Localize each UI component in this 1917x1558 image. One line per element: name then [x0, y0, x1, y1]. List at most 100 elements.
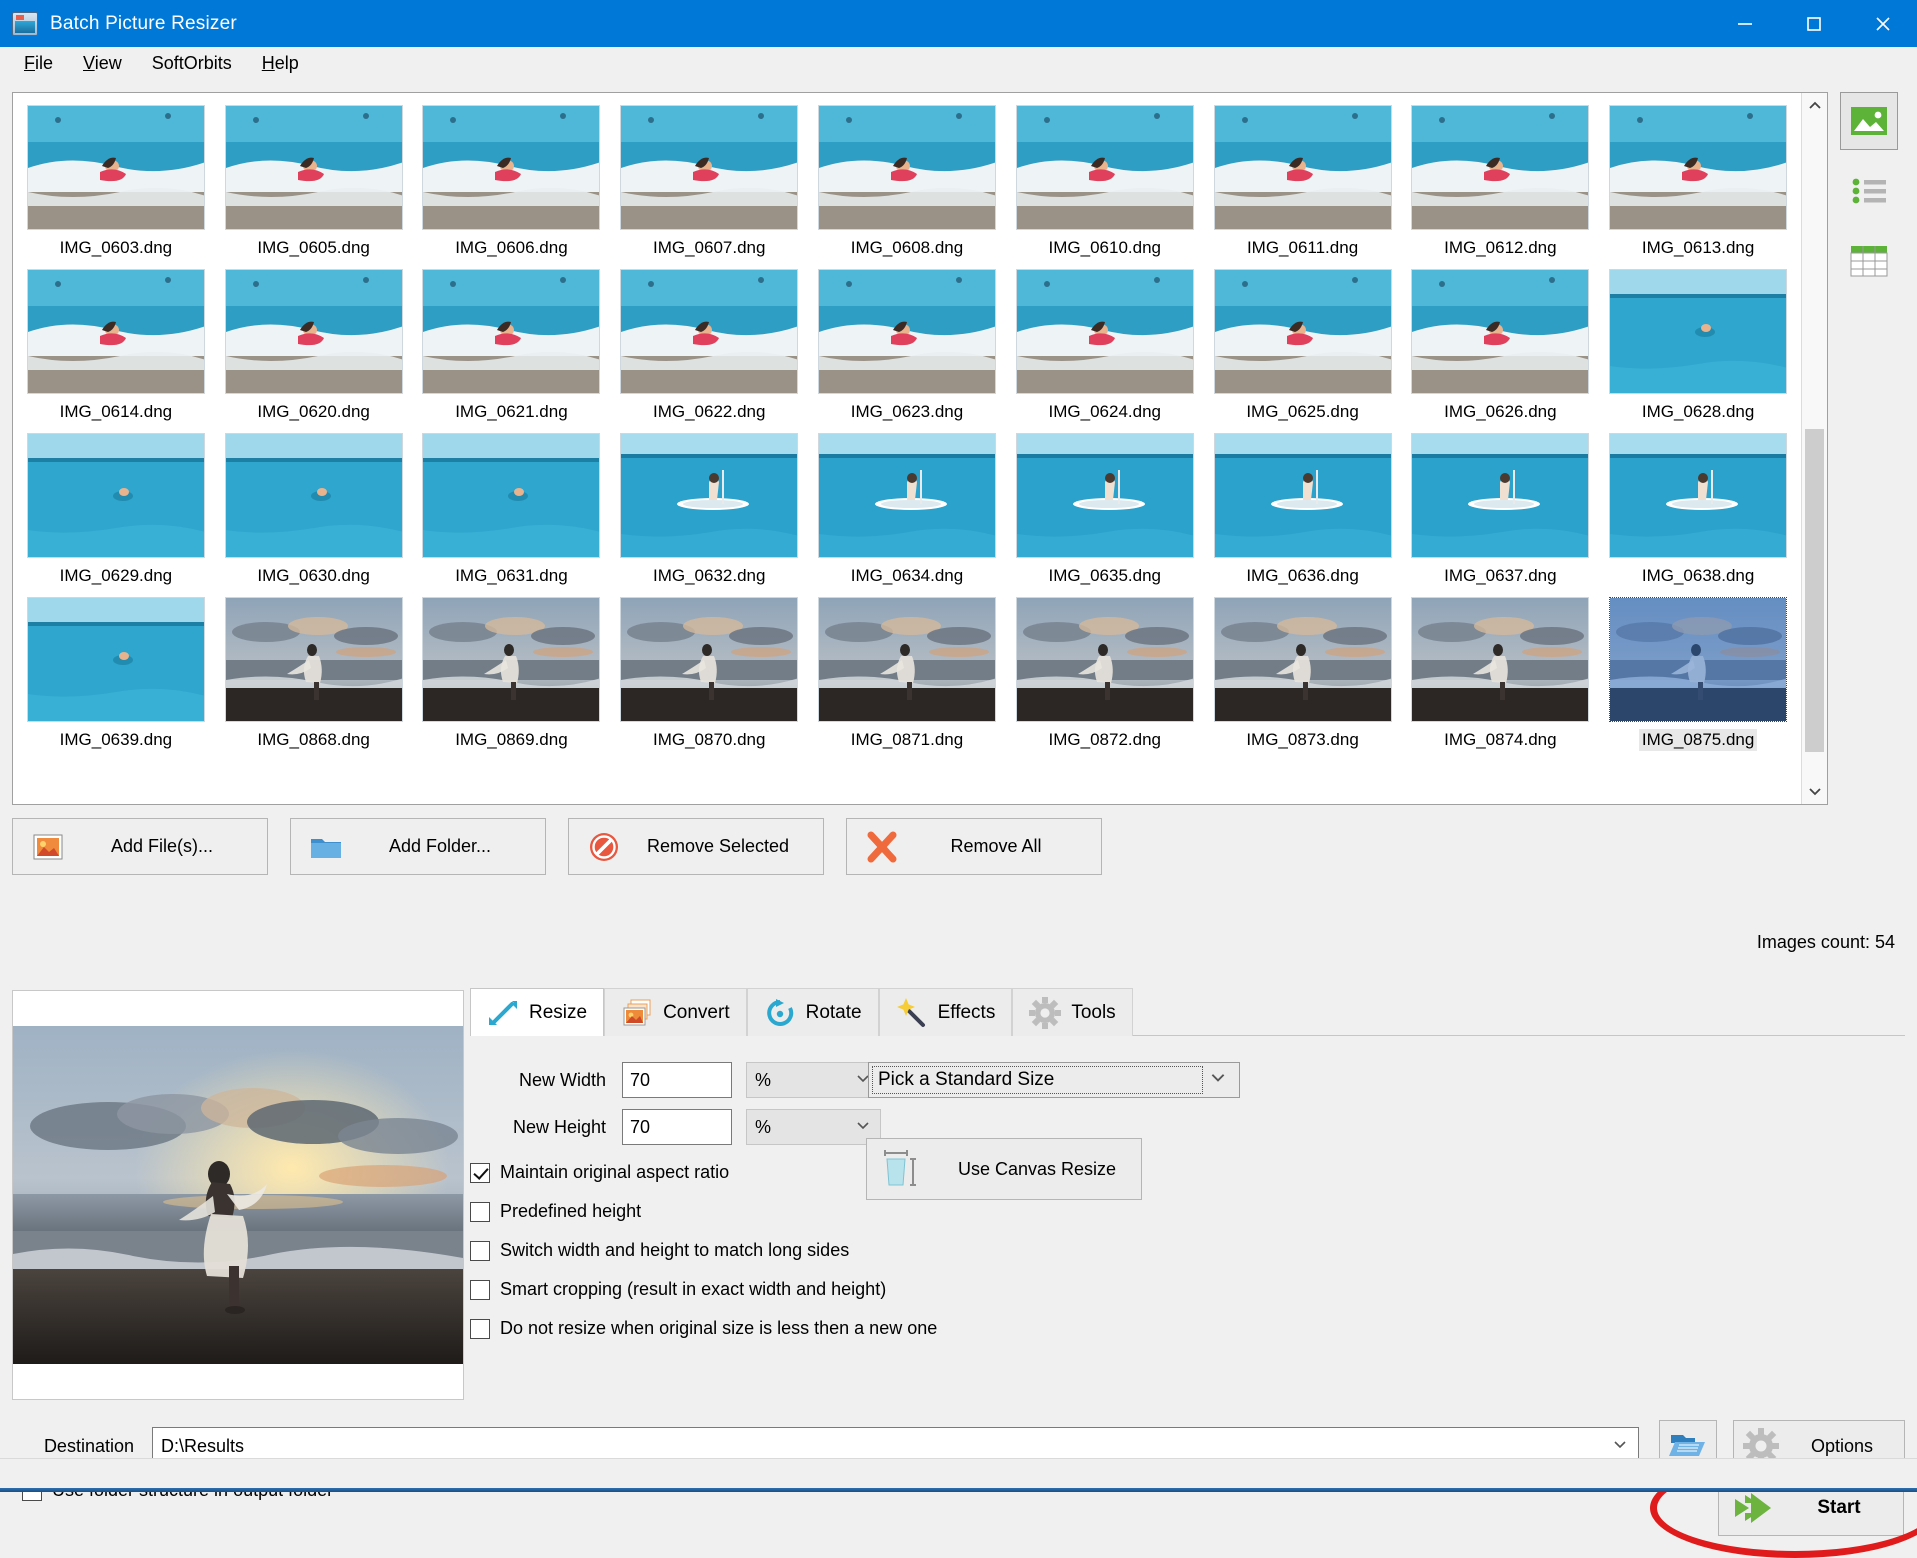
thumbnail-label: IMG_0624.dng	[1046, 401, 1164, 423]
thumbnail-item[interactable]: IMG_0870.dng	[610, 591, 808, 755]
pick-standard-size-select[interactable]: Pick a Standard Size	[868, 1062, 1240, 1098]
thumbnail-item[interactable]: IMG_0637.dng	[1401, 427, 1599, 591]
thumbnail-item[interactable]: IMG_0630.dng	[215, 427, 413, 591]
thumbnail-item[interactable]: IMG_0868.dng	[215, 591, 413, 755]
thumbnail-item[interactable]: IMG_0631.dng	[413, 427, 611, 591]
menu-help-accel: H	[262, 53, 275, 73]
new-width-unit-select[interactable]: %	[746, 1062, 881, 1098]
add-image-icon	[31, 830, 65, 864]
minimize-icon[interactable]	[1710, 0, 1779, 47]
thumbnail-item[interactable]: IMG_0612.dng	[1401, 99, 1599, 263]
add-folder-button[interactable]: Add Folder...	[290, 818, 546, 875]
chevron-down-icon[interactable]	[1612, 1436, 1628, 1457]
rotate-arrow-icon	[764, 997, 796, 1029]
tab-label: Tools	[1071, 1002, 1115, 1024]
resize-option-checkbox[interactable]: Switch width and height to match long si…	[470, 1240, 1905, 1261]
thumbnail-item[interactable]: IMG_0869.dng	[413, 591, 611, 755]
thumbnail-item[interactable]: IMG_0635.dng	[1006, 427, 1204, 591]
thumbnail-item[interactable]: IMG_0608.dng	[808, 99, 1006, 263]
thumbnail-item[interactable]: IMG_0610.dng	[1006, 99, 1204, 263]
thumbnail-label: IMG_0631.dng	[452, 565, 570, 587]
close-icon[interactable]	[1848, 0, 1917, 47]
thumbnail-item[interactable]: IMG_0634.dng	[808, 427, 1006, 591]
thumbnail-view-icon[interactable]	[1840, 92, 1898, 150]
scrollbar-thumb[interactable]	[1805, 429, 1824, 752]
new-height-unit-value: %	[755, 1117, 771, 1138]
scroll-up-icon[interactable]	[1802, 93, 1827, 119]
thumbnail-item[interactable]: IMG_0623.dng	[808, 263, 1006, 427]
menu-item-softorbits[interactable]: SoftOrbits	[140, 49, 244, 78]
images-count-label: Images count: 54	[1757, 932, 1895, 953]
new-width-input[interactable]	[622, 1062, 732, 1098]
thumbnail-item[interactable]: IMG_0605.dng	[215, 99, 413, 263]
thumbnail-item[interactable]: IMG_0626.dng	[1401, 263, 1599, 427]
thumbnail-item[interactable]: IMG_0624.dng	[1006, 263, 1204, 427]
resize-option-checkbox[interactable]: Do not resize when original size is less…	[470, 1318, 1905, 1339]
thumbnail-image	[620, 105, 798, 230]
thumbnail-item[interactable]: IMG_0632.dng	[610, 427, 808, 591]
tab-rotate[interactable]: Rotate	[747, 988, 879, 1036]
tab-resize[interactable]: Resize	[470, 988, 604, 1036]
checkbox-box	[470, 1163, 490, 1183]
vertical-scrollbar[interactable]	[1801, 93, 1827, 804]
thumbnail-item[interactable]: IMG_0614.dng	[17, 263, 215, 427]
thumbnail-item[interactable]: IMG_0625.dng	[1204, 263, 1402, 427]
thumbnail-item[interactable]: IMG_0639.dng	[17, 591, 215, 755]
remove-all-button[interactable]: Remove All	[846, 818, 1102, 875]
thumbnail-image	[1214, 597, 1392, 722]
tab-tools[interactable]: Tools	[1012, 988, 1132, 1036]
new-height-row: New Height %	[470, 1109, 1905, 1145]
list-view-icon[interactable]	[1840, 162, 1898, 220]
details-view-icon[interactable]	[1840, 232, 1898, 290]
resize-option-checkbox[interactable]: Maintain original aspect ratio	[470, 1162, 1905, 1183]
menu-view-rest: iew	[95, 53, 122, 73]
resize-option-checkbox[interactable]: Smart cropping (result in exact width an…	[470, 1279, 1905, 1300]
green-arrow-icon	[1731, 1489, 1775, 1527]
thumbnail-item[interactable]: IMG_0629.dng	[17, 427, 215, 591]
thumbnail-label: IMG_0606.dng	[452, 237, 570, 259]
remove-selected-label: Remove Selected	[637, 836, 805, 857]
scroll-down-icon[interactable]	[1802, 778, 1827, 804]
thumbnail-scroll-area[interactable]: IMG_0603.dngIMG_0605.dng IMG_0606.dng IMG_…	[13, 93, 1801, 804]
resize-option-checkbox[interactable]: Predefined height	[470, 1201, 1905, 1222]
thumbnail-item[interactable]: IMG_0606.dng	[413, 99, 611, 263]
thumbnail-item[interactable]: IMG_0620.dng	[215, 263, 413, 427]
new-height-input[interactable]	[622, 1109, 732, 1145]
thumbnail-item[interactable]: IMG_0607.dng	[610, 99, 808, 263]
thumbnail-label: IMG_0637.dng	[1441, 565, 1559, 587]
thumbnail-label: IMG_0874.dng	[1441, 729, 1559, 751]
thumbnail-label: IMG_0638.dng	[1639, 565, 1757, 587]
thumbnail-item[interactable]: IMG_0622.dng	[610, 263, 808, 427]
thumbnail-item[interactable]: IMG_0628.dng	[1599, 263, 1797, 427]
red-x-icon	[865, 830, 899, 864]
thumbnail-label: IMG_0635.dng	[1046, 565, 1164, 587]
remove-selected-button[interactable]: Remove Selected	[568, 818, 824, 875]
thumbnail-item[interactable]: IMG_0873.dng	[1204, 591, 1402, 755]
menu-item-file[interactable]: File	[12, 49, 65, 78]
use-canvas-resize-button[interactable]: Use Canvas Resize	[866, 1138, 1142, 1200]
thumbnail-label: IMG_0870.dng	[650, 729, 768, 751]
resize-option-label: Switch width and height to match long si…	[500, 1240, 849, 1261]
maximize-icon[interactable]	[1779, 0, 1848, 47]
thumbnail-item[interactable]: IMG_0871.dng	[808, 591, 1006, 755]
remove-all-label: Remove All	[915, 836, 1083, 857]
new-height-unit-select[interactable]: %	[746, 1109, 881, 1145]
thumbnail-item[interactable]: IMG_0872.dng	[1006, 591, 1204, 755]
tab-convert[interactable]: Convert	[604, 988, 747, 1036]
thumbnail-item[interactable]: IMG_0621.dng	[413, 263, 611, 427]
thumbnail-image	[1016, 269, 1194, 394]
thumbnail-item[interactable]: IMG_0611.dng	[1204, 99, 1402, 263]
thumbnail-item[interactable]: IMG_0636.dng	[1204, 427, 1402, 591]
settings-panel: ResizeConvertRotateEffectsTools New Widt…	[470, 988, 1905, 1400]
thumbnail-item[interactable]: IMG_0603.dng	[17, 99, 215, 263]
tab-effects[interactable]: Effects	[879, 988, 1013, 1036]
menu-item-view[interactable]: View	[71, 49, 134, 78]
scrollbar-track[interactable]	[1802, 119, 1827, 778]
thumbnail-item[interactable]: IMG_0874.dng	[1401, 591, 1599, 755]
thumbnail-item[interactable]: IMG_0613.dng	[1599, 99, 1797, 263]
thumbnail-image	[1411, 105, 1589, 230]
thumbnail-item[interactable]: IMG_0638.dng	[1599, 427, 1797, 591]
menu-item-help[interactable]: Help	[250, 49, 311, 78]
add-files-button[interactable]: Add File(s)...	[12, 818, 268, 875]
thumbnail-item[interactable]: IMG_0875.dng	[1599, 591, 1797, 755]
